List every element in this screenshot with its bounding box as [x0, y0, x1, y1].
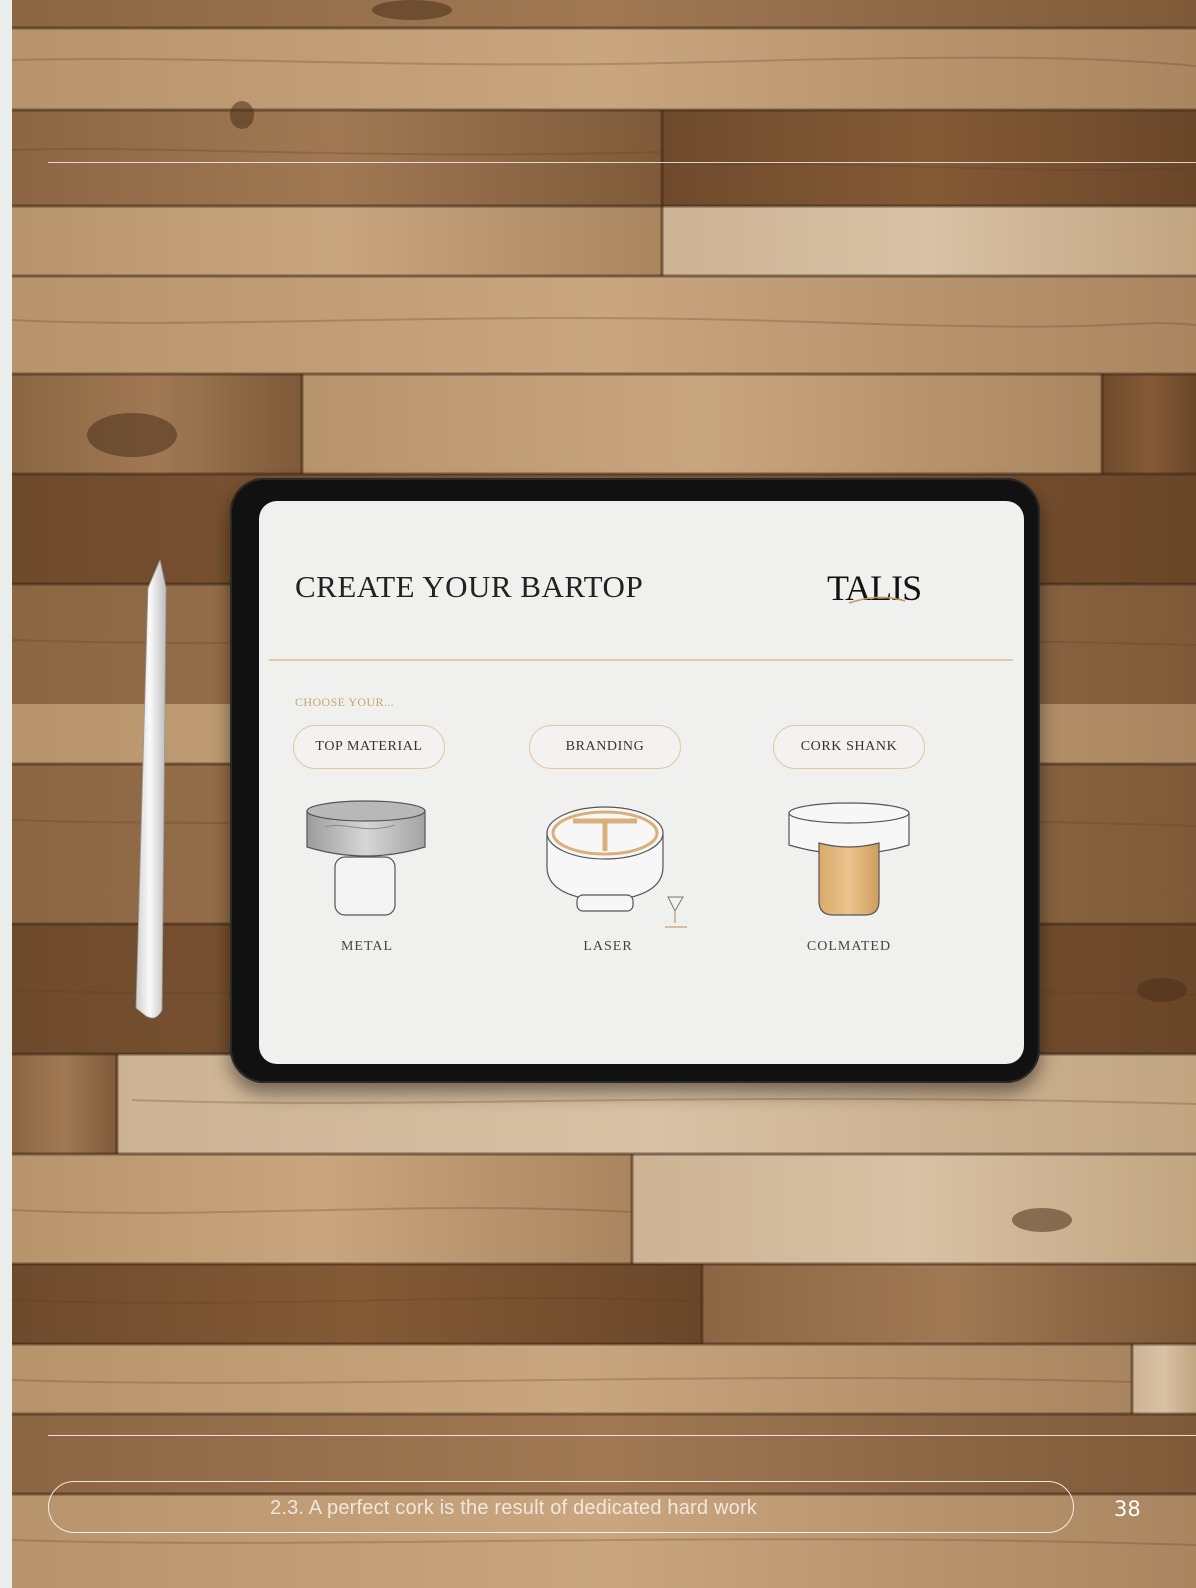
stylus-pencil-illustration: [135, 560, 167, 1019]
cork-shank-button[interactable]: CORK SHANK: [773, 725, 925, 769]
colmated-cork-icon[interactable]: [787, 801, 911, 919]
top-material-button[interactable]: TOP MATERIAL: [293, 725, 445, 769]
option-label-colmated: COLMATED: [806, 939, 892, 954]
page-number: 38: [1114, 1497, 1141, 1521]
bottom-divider: [48, 1435, 1196, 1436]
screen-divider: [269, 659, 1013, 661]
section-caption: 2.3. A perfect cork is the result of ded…: [270, 1497, 758, 1519]
logo-swash-icon: [848, 596, 906, 604]
laser-branding-icon[interactable]: [543, 805, 703, 931]
branding-button[interactable]: BRANDING: [529, 725, 681, 769]
option-label-laser: LASER: [583, 939, 633, 954]
tablet-screen: CREATE YOUR BARTOP TALIS CHOOSE YOUR... …: [259, 501, 1024, 1064]
choose-label: CHOOSE YOUR...: [295, 695, 395, 709]
metal-bartop-icon[interactable]: [305, 799, 427, 921]
option-label-metal: METAL: [340, 939, 394, 954]
app-title: CREATE YOUR BARTOP: [295, 569, 644, 604]
top-divider: [48, 162, 1196, 163]
